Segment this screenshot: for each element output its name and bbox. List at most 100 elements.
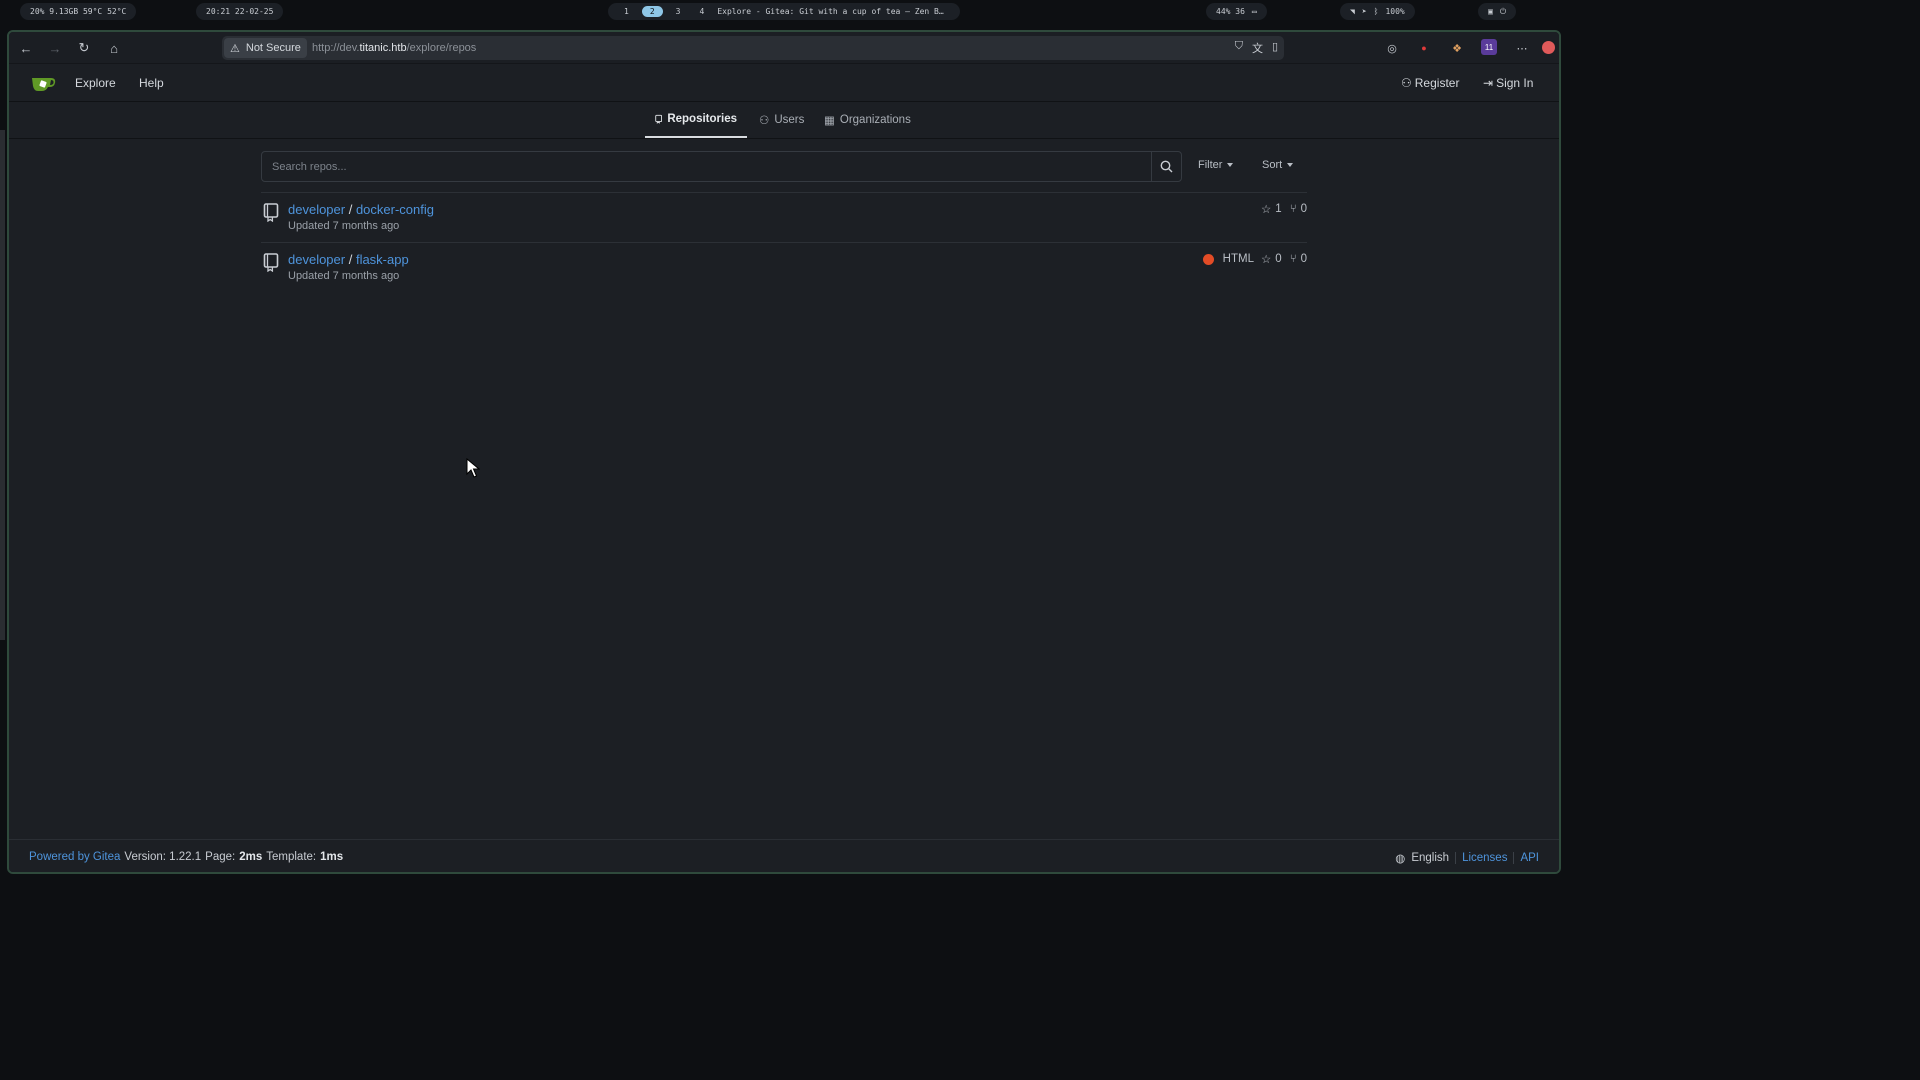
repo-language: HTML: [1222, 253, 1254, 265]
bluetooth-icon: ᛒ: [1373, 7, 1379, 16]
wifi-icon: ◥: [1350, 7, 1355, 16]
register-label: Register: [1414, 76, 1460, 90]
person-icon: ⚇: [1401, 76, 1412, 90]
mouse-cursor-icon: [466, 458, 480, 478]
repo-list: developer / docker-config Updated 7 mont…: [261, 192, 1307, 292]
url-text[interactable]: http://dev.titanic.htb/explore/repos: [312, 42, 476, 54]
background-window-edge: [0, 130, 5, 640]
template-time: 1ms: [320, 851, 344, 863]
star-icon[interactable]: ☆: [1261, 252, 1271, 266]
system-bar: 20% 9.13GB 59°C 52°C 20:21 22-02-25 1 2 …: [0, 0, 1568, 22]
power-tray: ▣ ⏻: [1478, 3, 1517, 20]
tab-repositories[interactable]: Repositories: [645, 102, 747, 138]
security-indicator[interactable]: ⚠ Not Secure: [224, 38, 307, 58]
forward-icon[interactable]: →: [46, 39, 64, 57]
template-time-label: Template:: [266, 851, 317, 863]
repo-updated: Updated 7 months ago: [288, 270, 400, 282]
back-icon[interactable]: ←: [17, 39, 35, 57]
address-bar[interactable]: ⚠ Not Secure http://dev.titanic.htb/expl…: [222, 36, 1284, 60]
translate-icon[interactable]: 文: [1252, 40, 1263, 56]
lock-icon[interactable]: ▣: [1488, 7, 1493, 16]
filter-label: Filter: [1198, 159, 1223, 171]
star-icon[interactable]: ☆: [1261, 202, 1271, 216]
footer: Powered by Gitea Version: 1.22.1 Page: 2…: [9, 839, 1559, 872]
telegram-icon: ➤: [1361, 7, 1367, 16]
address-bar-actions: ⛉ 文 ▯: [1235, 40, 1278, 56]
repo-name: developer / flask-app: [288, 252, 409, 267]
star-count[interactable]: 0: [1275, 253, 1281, 265]
nav-help[interactable]: Help: [139, 76, 164, 90]
page-time-label: Page:: [205, 851, 236, 863]
menu-icon[interactable]: ⋯: [1513, 39, 1531, 57]
clock: 20:21 22-02-25: [196, 3, 284, 20]
repo-owner-link[interactable]: developer: [288, 202, 345, 217]
tab-repositories-label: Repositories: [667, 113, 737, 125]
sign-in-link[interactable]: ⇥ Sign In: [1483, 76, 1533, 90]
tab-users-label: Users: [774, 114, 805, 126]
repo-name: developer / docker-config: [288, 202, 434, 217]
list-item: developer / docker-config Updated 7 mont…: [261, 192, 1307, 242]
fork-icon[interactable]: ⑂: [1290, 203, 1297, 215]
keyboard-icon: ▭: [1251, 7, 1257, 16]
close-window-icon[interactable]: [1542, 41, 1555, 54]
active-window-title: Explore - Gitea: Git with a cup of tea —…: [717, 7, 944, 16]
search-input[interactable]: [261, 151, 1152, 182]
repo-owner-link[interactable]: developer: [288, 252, 345, 267]
sign-in-label: Sign In: [1496, 76, 1534, 90]
workspace-4[interactable]: 4: [693, 6, 710, 17]
workspace-1[interactable]: 1: [618, 6, 635, 17]
browser-window: ← → ↻ ⌂ ⚠ Not Secure http://dev.titanic.…: [7, 30, 1561, 874]
language-color-dot: [1202, 253, 1214, 265]
explore-tabs: Repositories ⚇ Users ▦ Organizations: [9, 102, 1559, 139]
powered-by-link[interactable]: Powered by Gitea: [29, 851, 120, 863]
sort-dropdown[interactable]: Sort: [1262, 159, 1294, 171]
page-time: 2ms: [239, 851, 263, 863]
home-icon[interactable]: ⌂: [105, 39, 123, 57]
fork-count[interactable]: 0: [1301, 203, 1307, 215]
person-icon: ⚇: [759, 115, 770, 127]
workspace-3[interactable]: 3: [670, 6, 687, 17]
fork-count[interactable]: 0: [1301, 253, 1307, 265]
workspace-bar: 1 2 3 4 Explore - Gitea: Git with a cup …: [608, 3, 960, 20]
tab-users[interactable]: ⚇ Users: [749, 102, 814, 138]
repo-icon: [655, 114, 663, 124]
search-icon: [1160, 160, 1173, 173]
repo-icon: [263, 253, 279, 272]
extension-icon[interactable]: ❖: [1448, 39, 1466, 57]
ublock-icon[interactable]: ●: [1415, 39, 1433, 57]
nav-explore[interactable]: Explore: [75, 76, 116, 90]
browser-toolbar: ← → ↻ ⌂ ⚠ Not Secure http://dev.titanic.…: [9, 32, 1559, 64]
repo-meta: ☆ 1 ⑂ 0: [1261, 202, 1307, 216]
tab-organizations-label: Organizations: [839, 114, 911, 126]
caret-down-icon: [1287, 163, 1294, 167]
shield-icon[interactable]: ⛉: [1235, 40, 1243, 56]
extension-badge[interactable]: 11: [1481, 39, 1497, 55]
battery-text: 100%: [1385, 7, 1405, 16]
version-text: Version: 1.22.1: [124, 851, 202, 863]
list-item: developer / flask-app Updated 7 months a…: [261, 242, 1307, 292]
licenses-link[interactable]: Licenses: [1462, 852, 1507, 864]
star-count[interactable]: 1: [1275, 203, 1281, 215]
media-status-text: 44% 36: [1216, 7, 1245, 16]
repo-link[interactable]: flask-app: [356, 252, 409, 267]
settings-icon[interactable]: ◎: [1383, 39, 1401, 57]
power-icon[interactable]: ⏻: [1500, 7, 1506, 17]
search-button[interactable]: [1151, 151, 1182, 182]
language-selector[interactable]: English: [1411, 852, 1449, 864]
footer-info: Powered by Gitea Version: 1.22.1 Page: 2…: [29, 851, 343, 863]
repo-link[interactable]: docker-config: [356, 202, 434, 217]
globe-icon: ◍: [1395, 853, 1406, 865]
reload-icon[interactable]: ↻: [75, 39, 93, 57]
clock-text: 20:21 22-02-25: [206, 7, 274, 16]
tab-organizations[interactable]: ▦ Organizations: [814, 102, 921, 138]
fork-icon[interactable]: ⑂: [1290, 253, 1297, 265]
api-link[interactable]: API: [1520, 852, 1539, 864]
system-stats-text: 20% 9.13GB 59°C 52°C: [30, 7, 127, 16]
register-link[interactable]: ⚇ Register: [1401, 76, 1459, 90]
footer-links: ◍ English Licenses API: [1395, 851, 1539, 865]
filter-dropdown[interactable]: Filter: [1198, 159, 1234, 171]
tray: ◥ ➤ ᛒ 100%: [1340, 3, 1415, 20]
reader-icon[interactable]: ▯: [1272, 40, 1278, 56]
workspace-2[interactable]: 2: [641, 6, 663, 17]
gitea-logo-icon[interactable]: [31, 74, 57, 92]
